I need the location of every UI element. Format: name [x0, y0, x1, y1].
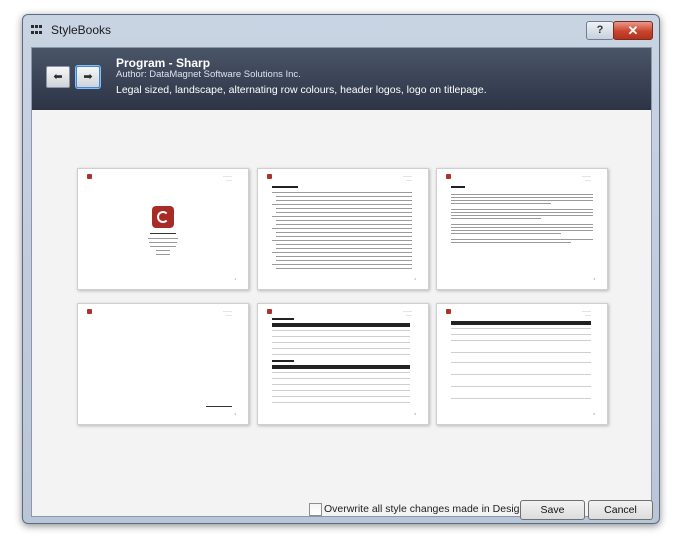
overwrite-styles-label[interactable]: Overwrite all style changes made in Desi… — [324, 503, 535, 515]
close-button[interactable]: ✕ — [613, 21, 653, 40]
next-stylebook-button[interactable]: ➡ — [76, 66, 100, 88]
preview-table-page-1: ——— —— 5 — [257, 303, 429, 425]
title-bar[interactable]: StyleBooks ? ✕ — [23, 15, 659, 47]
previous-stylebook-button[interactable]: ⬅ — [46, 66, 70, 88]
header-logo-icon — [87, 174, 92, 179]
stylebook-description: Legal sized, landscape, alternating row … — [116, 84, 487, 96]
stylebook-name: Program - Sharp — [116, 56, 211, 70]
arrow-right-icon: ➡ — [83, 71, 93, 83]
header-logo-icon — [446, 309, 451, 314]
cancel-button[interactable]: Cancel — [588, 500, 653, 520]
help-button[interactable]: ? — [586, 21, 614, 40]
header-logo-icon — [446, 174, 451, 179]
preview-title-page: ——— —— 1 — [77, 168, 249, 290]
header-logo-icon — [87, 309, 92, 314]
overwrite-styles-checkbox[interactable] — [309, 503, 322, 516]
title-logo-icon — [152, 206, 174, 228]
save-button[interactable]: Save — [520, 500, 585, 520]
dialog-content: ⬅ ➡ Program - Sharp Author: DataMagnet S… — [31, 47, 653, 520]
stylebook-author: Author: DataMagnet Software Solutions In… — [116, 69, 301, 80]
app-grid-icon — [31, 25, 44, 36]
arrow-left-icon: ⬅ — [53, 71, 63, 83]
window-title: StyleBooks — [51, 23, 112, 37]
preview-table-page-2: ——— —— 6 — [436, 303, 608, 425]
header-logo-icon — [267, 309, 272, 314]
header-logo-icon — [267, 174, 272, 179]
preview-end-page: ——— —— 4 — [77, 303, 249, 425]
stylebooks-window: StyleBooks ? ✕ ⬅ ➡ Program - Sharp Autho… — [22, 14, 660, 524]
stylebook-header: ⬅ ➡ Program - Sharp Author: DataMagnet S… — [32, 48, 651, 110]
preview-table-of-contents: ——— —— 2 — [257, 168, 429, 290]
preview-text-page: ——— —— 3 — [436, 168, 608, 290]
